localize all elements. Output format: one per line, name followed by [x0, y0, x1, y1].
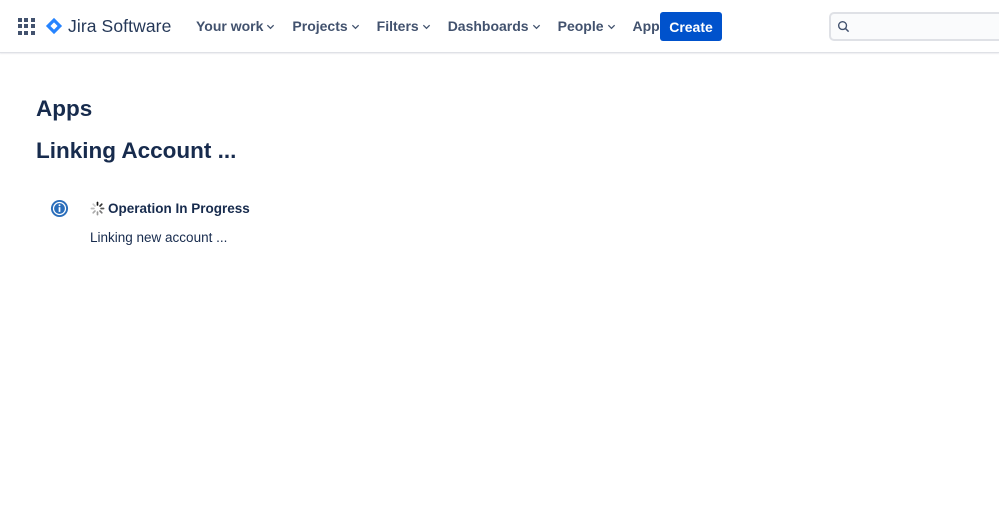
- search-box[interactable]: [829, 12, 999, 41]
- nav-label: Your work: [196, 18, 264, 34]
- create-button[interactable]: Create: [660, 12, 722, 41]
- nav-label: People: [557, 18, 604, 34]
- chevron-down-icon: [267, 24, 275, 29]
- chevron-down-icon: [607, 24, 615, 29]
- nav-projects[interactable]: Projects: [284, 13, 367, 39]
- chevron-down-icon: [422, 24, 430, 29]
- primary-nav: Your work Projects Filters Dashboards Pe…: [188, 13, 689, 39]
- nav-filters[interactable]: Filters: [369, 13, 439, 39]
- app-switcher-grid-icon[interactable]: [14, 14, 38, 38]
- info-icon: [50, 199, 69, 218]
- nav-dashboards[interactable]: Dashboards: [440, 13, 549, 39]
- chevron-down-icon: [532, 24, 540, 29]
- jira-diamond-icon: [45, 17, 63, 35]
- logo-text: Jira Software: [68, 15, 172, 36]
- page-title: Apps: [36, 96, 93, 121]
- nav-your-work[interactable]: Your work: [188, 13, 283, 39]
- search-icon: [837, 20, 850, 33]
- operation-status-message: Linking new account ...: [90, 230, 228, 245]
- top-navigation: Jira Software Your work Projects Filters…: [0, 0, 999, 53]
- nav-label: Dashboards: [447, 18, 529, 34]
- nav-people[interactable]: People: [550, 13, 624, 39]
- jira-logo[interactable]: Jira Software: [45, 14, 171, 38]
- nav-label: Filters: [376, 18, 419, 34]
- search-input[interactable]: [855, 16, 999, 37]
- operation-status-title: Operation In Progress: [108, 201, 250, 216]
- loading-spinner-icon: [90, 201, 105, 216]
- nav-label: Projects: [292, 18, 348, 34]
- chevron-down-icon: [351, 24, 359, 29]
- page-subtitle: Linking Account ...: [36, 138, 237, 163]
